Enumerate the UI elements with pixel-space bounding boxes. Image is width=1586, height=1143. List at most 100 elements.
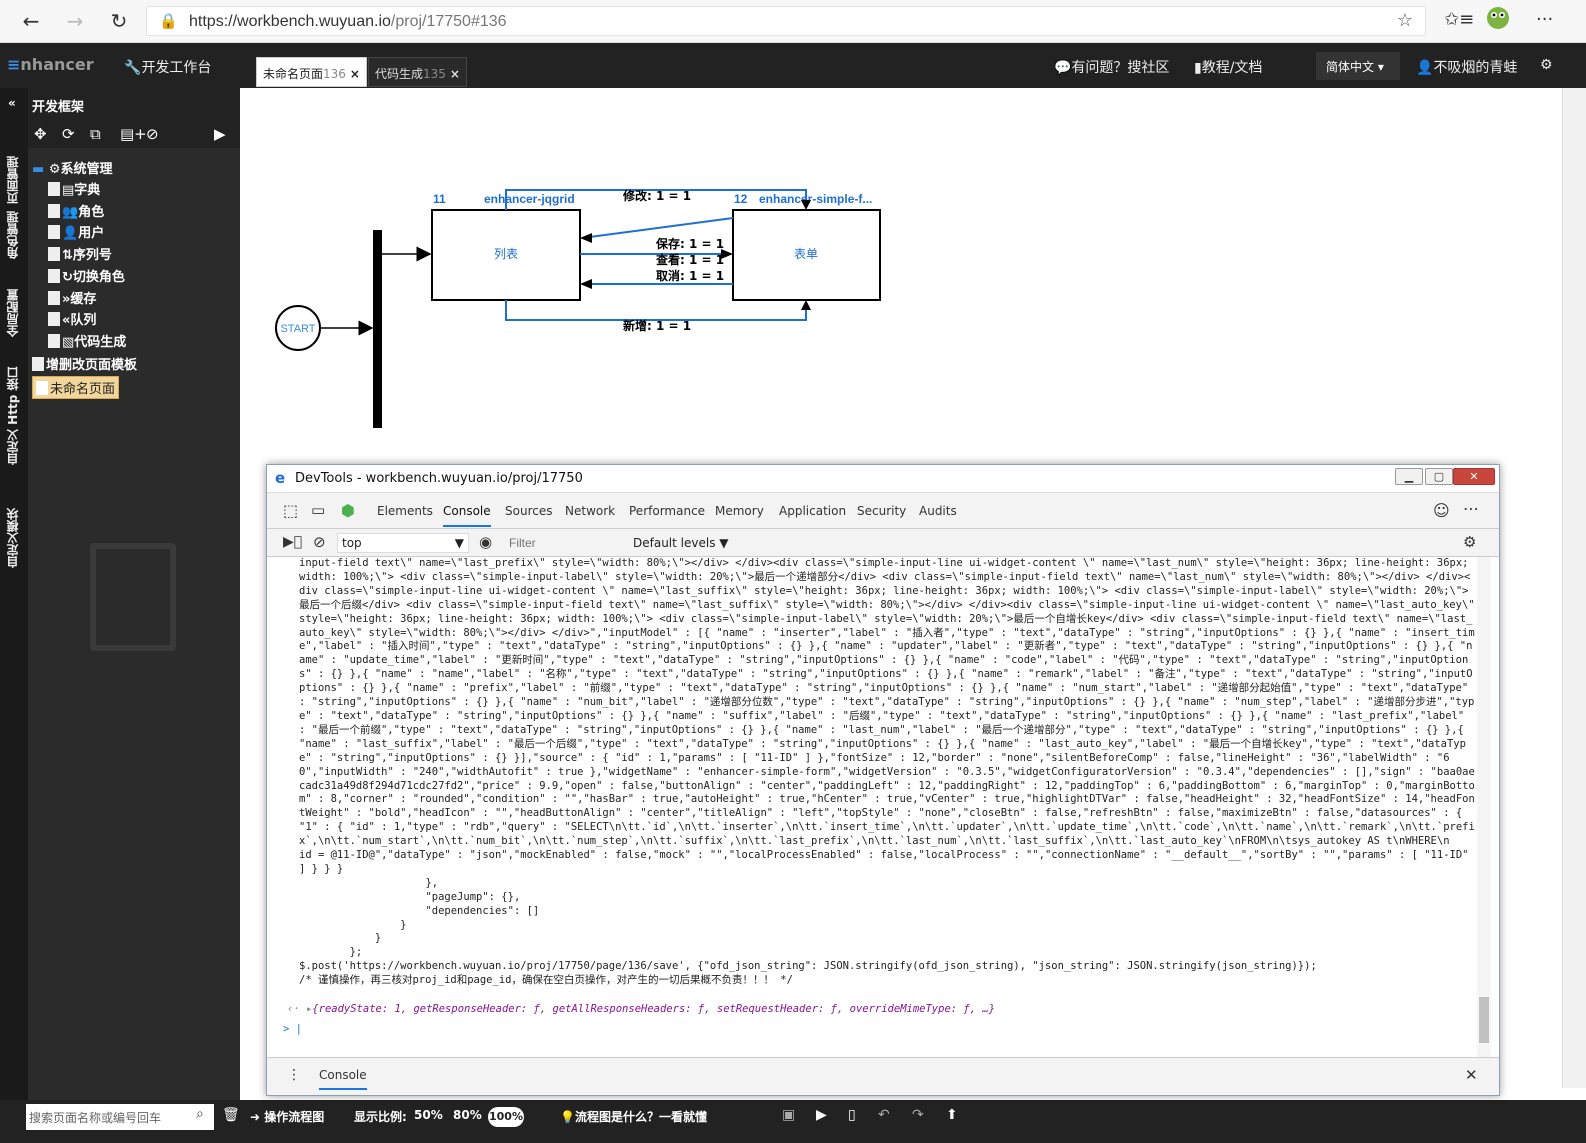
- flow-help-link[interactable]: 💡流程图是什么？一看就懂: [560, 1108, 707, 1125]
- forward-icon[interactable]: →: [62, 8, 88, 34]
- vtab-custom-module[interactable]: 自定义模块: [4, 498, 24, 578]
- tree-item-serial[interactable]: ⇅序列号: [48, 244, 112, 263]
- tree-item-crud-template[interactable]: 增删改页面模板: [32, 354, 137, 373]
- play-icon[interactable]: ▶: [816, 1107, 827, 1123]
- tab-memory[interactable]: Memory: [715, 504, 764, 518]
- refresh-icon[interactable]: ↻: [106, 8, 132, 34]
- add-page-icon[interactable]: ▤+: [120, 125, 147, 143]
- upload-icon[interactable]: ⬆: [946, 1107, 958, 1123]
- profile-avatar[interactable]: [1486, 6, 1510, 35]
- edge-save[interactable]: [581, 217, 734, 239]
- settings-gear-icon[interactable]: ⚙: [1540, 57, 1553, 73]
- console-filter-input[interactable]: [505, 533, 625, 553]
- redo-icon[interactable]: ↷: [912, 1107, 924, 1123]
- console-settings-gear-icon[interactable]: ⚙: [1463, 533, 1476, 551]
- user-icon: 👤: [1416, 60, 1434, 76]
- help-link[interactable]: 💬有问题？搜社区: [1054, 57, 1169, 77]
- zoom-50-option[interactable]: 50%: [414, 1108, 443, 1122]
- collapse-icon[interactable]: «: [8, 96, 16, 110]
- close-icon[interactable]: ×: [350, 67, 360, 81]
- tab-application[interactable]: Application: [779, 504, 846, 518]
- inspect-element-icon[interactable]: ⬚: [283, 501, 298, 520]
- zoom-80-option[interactable]: 80%: [453, 1108, 482, 1122]
- tree-item-user[interactable]: 👤用户: [48, 222, 104, 241]
- wrench-icon: 🔧: [124, 60, 142, 76]
- address-bar[interactable]: 🔒 https://workbench.wuyuan.io/proj/17750…: [146, 6, 1426, 36]
- frog-avatar-icon: [1487, 7, 1509, 29]
- zoom-100-option[interactable]: 100%: [488, 1107, 524, 1127]
- log-levels-select[interactable]: Default levels ▼: [633, 536, 729, 550]
- tab-security[interactable]: Security: [857, 504, 906, 518]
- favorite-star-icon[interactable]: ☆: [1397, 10, 1413, 31]
- context-select[interactable]: top ▼: [337, 533, 469, 553]
- tab-page-135[interactable]: 代码生成135 ×: [368, 57, 467, 87]
- tab-performance[interactable]: Performance: [629, 504, 705, 518]
- flow-chart-button[interactable]: ➜ 操作流程图: [250, 1108, 324, 1125]
- workbench-link[interactable]: 🔧开发工作台: [124, 57, 211, 77]
- refresh-icon[interactable]: ⟳: [62, 125, 75, 143]
- vtab-custom-http[interactable]: 自定义 Http 接口: [4, 356, 24, 476]
- console-output[interactable]: input-field text\" name=\"last_prefix\" …: [267, 557, 1477, 1057]
- search-icon[interactable]: ⌕: [196, 1106, 204, 1122]
- tab-elements[interactable]: Elements: [377, 504, 433, 518]
- drawer-tab-console[interactable]: Console: [319, 1068, 367, 1090]
- drawer-menu-icon[interactable]: ⋮: [287, 1067, 301, 1083]
- play-icon[interactable]: ▶: [214, 125, 226, 143]
- docs-link[interactable]: ▮教程/文档: [1194, 57, 1262, 77]
- tree-folder-system[interactable]: ▬ ⚙系统管理: [32, 158, 113, 177]
- tree-item-role[interactable]: 👥角色: [48, 201, 104, 220]
- close-icon[interactable]: ×: [450, 67, 460, 81]
- more-menu-icon[interactable]: ···: [1536, 9, 1553, 30]
- favorites-list-icon[interactable]: ✩≡: [1444, 9, 1474, 30]
- close-window-button[interactable]: ✕: [1453, 468, 1495, 485]
- sidebar-toggle-icon[interactable]: ▶⃞: [283, 534, 302, 550]
- maximize-button[interactable]: ▢: [1425, 468, 1453, 485]
- vtab-role-manage[interactable]: 角色管理: [4, 200, 24, 270]
- more-options-icon[interactable]: ⋯: [1463, 499, 1479, 518]
- list-icon: ▤: [62, 183, 75, 198]
- tree-item-cache[interactable]: »缓存: [48, 288, 96, 307]
- app-header: ≡nhancer 🔧开发工作台 未命名页面136 × 代码生成135 × 💬有问题？…: [0, 43, 1586, 88]
- mobile-icon[interactable]: ▯: [848, 1107, 856, 1123]
- tree-item-dict[interactable]: ▤字典: [48, 179, 100, 198]
- copy-icon[interactable]: ⧉: [90, 125, 101, 143]
- clear-console-icon[interactable]: ⊘: [313, 533, 326, 551]
- console-prompt[interactable]: > |: [283, 1023, 302, 1037]
- user-menu[interactable]: 👤不吸烟的青蛙: [1416, 57, 1517, 77]
- hexagon-icon[interactable]: ⬢: [341, 501, 355, 520]
- tree-item-codegen[interactable]: ▧代码生成: [48, 331, 126, 350]
- tree-item-switch-role[interactable]: ↻切换角色: [48, 266, 125, 285]
- language-select[interactable]: 简体中文 ▾: [1316, 52, 1400, 80]
- tab-network[interactable]: Network: [565, 504, 615, 518]
- tab-page-136[interactable]: 未命名页面136 ×: [256, 57, 367, 87]
- move-icon[interactable]: ✥: [34, 125, 47, 143]
- devtools-titlebar[interactable]: e DevTools - workbench.wuyuan.io/proj/17…: [267, 465, 1499, 493]
- tree-item-unnamed-page[interactable]: 未命名页面: [32, 376, 120, 399]
- device-toolbar-icon[interactable]: ▭: [311, 501, 325, 519]
- page-scrollbar[interactable]: [1562, 88, 1586, 1088]
- undo-icon[interactable]: ↶: [878, 1107, 890, 1123]
- edge-add[interactable]: [505, 300, 807, 321]
- console-return-value[interactable]: ‹· ▸{readyState: 1, getResponseHeader: ƒ…: [287, 1003, 995, 1017]
- hide-icon[interactable]: ⊘: [146, 125, 159, 143]
- drawer-close-icon[interactable]: ✕: [1465, 1066, 1478, 1084]
- feedback-smiley-icon[interactable]: ☺: [1433, 501, 1450, 520]
- file-icon: [48, 269, 60, 283]
- save-icon[interactable]: ▣: [782, 1107, 795, 1123]
- minimize-button[interactable]: ▁: [1395, 468, 1423, 485]
- console-scrollbar[interactable]: [1477, 557, 1491, 1057]
- vtab-global-config[interactable]: 全局配置: [4, 278, 24, 348]
- page-search-input[interactable]: 搜索页面名称或编号回车: [26, 1104, 214, 1130]
- tab-sources[interactable]: Sources: [505, 504, 552, 518]
- console-scrollbar-thumb[interactable]: [1479, 997, 1489, 1043]
- tab-console[interactable]: Console: [443, 504, 491, 527]
- trash-icon[interactable]: 🗑: [222, 1107, 240, 1123]
- lightbulb-icon: 💡: [560, 1110, 575, 1124]
- gear-icon: ⚙: [48, 162, 61, 177]
- eye-icon[interactable]: ◉: [479, 533, 492, 551]
- logo: ≡nhancer: [7, 55, 94, 74]
- tab-audits[interactable]: Audits: [919, 504, 957, 518]
- tree-item-queue[interactable]: «队列: [48, 309, 96, 328]
- back-icon[interactable]: ←: [18, 8, 44, 34]
- devtools-drawer: ⋮ Console ✕: [267, 1057, 1499, 1095]
